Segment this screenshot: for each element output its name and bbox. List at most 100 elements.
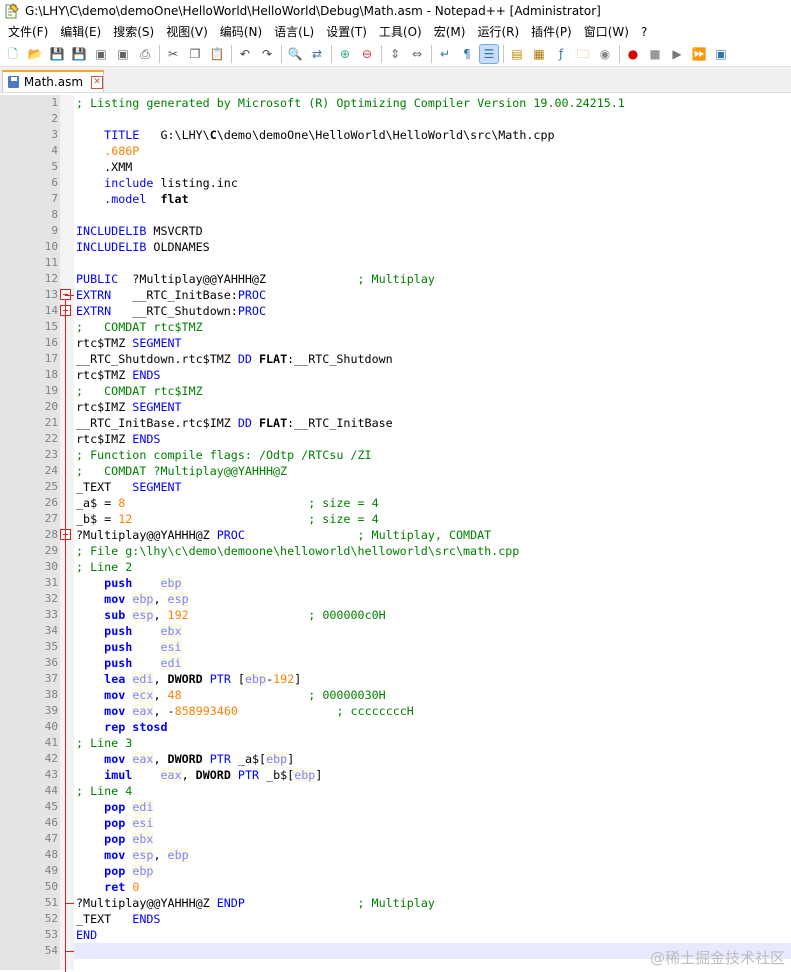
record-macro-icon[interactable]: ●	[624, 45, 642, 63]
menu-item[interactable]: 编辑(E)	[54, 22, 107, 42]
find-icon[interactable]: 🔍	[286, 45, 304, 63]
code-line[interactable]: 9 INCLUDELIB MSVCRTD	[51, 223, 791, 239]
code-line[interactable]: 21 __RTC_InitBase.rtc$IMZ DD FLAT:__RTC_I…	[45, 415, 791, 431]
menu-item[interactable]: 视图(V)	[160, 22, 214, 42]
code-line[interactable]: 29 ; File g:\lhy\c\demo\demoone\helloworl…	[45, 543, 791, 559]
save-all-icon[interactable]: 💾	[70, 45, 88, 63]
paste-icon[interactable]: 📋	[208, 45, 226, 63]
menu-item[interactable]: 工具(O)	[373, 22, 428, 42]
replace-icon[interactable]: ⇄	[308, 45, 326, 63]
code-line[interactable]: 42 mov eax, DWORD PTR _a$[ebp]	[45, 751, 791, 767]
code-line[interactable]: 41 ; Line 3	[45, 735, 791, 751]
menu-item[interactable]: 运行(R)	[471, 22, 525, 42]
udl-icon[interactable]: ▤	[508, 45, 526, 63]
code-line[interactable]: 39 mov eax, -858993460 ; ccccccccH	[45, 703, 791, 719]
code-line[interactable]: 3 TITLE G:\LHY\C\demo\demoOne\HelloWorld…	[51, 127, 791, 143]
code-line[interactable]: 44 ; Line 4	[45, 783, 791, 799]
save-macro-icon[interactable]: ▣	[712, 45, 730, 63]
code-line[interactable]: 23 ; Function compile flags: /Odtp /RTCsu…	[45, 447, 791, 463]
code-line[interactable]: 45 pop edi	[45, 799, 791, 815]
code-line[interactable]: 43 imul eax, DWORD PTR _b$[ebp]	[45, 767, 791, 783]
menu-item[interactable]: 文件(F)	[2, 22, 54, 42]
menu-item[interactable]: 宏(M)	[428, 22, 472, 42]
code-line[interactable]: 34 push ebx	[45, 623, 791, 639]
code-line[interactable]: 12 PUBLIC ?Multiplay@@YAHHH@Z ; Multiplay	[45, 271, 791, 287]
play-macro-icon[interactable]: ▶	[668, 45, 686, 63]
code-line[interactable]: 19 ; COMDAT rtc$IMZ	[45, 383, 791, 399]
menu-item[interactable]: 编码(N)	[214, 22, 268, 42]
undo-icon[interactable]: ↶	[236, 45, 254, 63]
redo-icon[interactable]: ↷	[258, 45, 276, 63]
code-line[interactable]: 17 __RTC_Shutdown.rtc$TMZ DD FLAT:__RTC_S…	[45, 351, 791, 367]
code-line[interactable]: 33 sub esp, 192 ; 000000c0H	[45, 607, 791, 623]
menu-item[interactable]: 语言(L)	[268, 22, 320, 42]
code-line[interactable]: 14 EXTRN __RTC_Shutdown:PROC	[45, 303, 791, 319]
function-list-icon[interactable]: ƒ	[552, 45, 570, 63]
close-icon[interactable]: ▣	[92, 45, 110, 63]
editor[interactable]: 1 ; Listing generated by Microsoft (R) Op…	[0, 95, 791, 972]
code-line[interactable]: 50 ret 0	[45, 879, 791, 895]
close-tab-icon[interactable]: ✕	[91, 75, 103, 89]
print-icon[interactable]: ⎙	[136, 45, 154, 63]
code-line[interactable]: 22 rtc$IMZ ENDS	[45, 431, 791, 447]
code-line[interactable]: 38 mov ecx, 48 ; 00000030H	[45, 687, 791, 703]
sync-h-icon[interactable]: ⇔	[408, 45, 426, 63]
menu-item[interactable]: ?	[635, 22, 653, 42]
save-icon[interactable]: 💾	[48, 45, 66, 63]
doc-map-icon[interactable]: ▦	[530, 45, 548, 63]
code-line[interactable]: 13 EXTRN __RTC_InitBase:PROC	[45, 287, 791, 303]
zoom-out-icon[interactable]: ⊖	[358, 45, 376, 63]
code-line[interactable]: 6 include listing.inc	[51, 175, 791, 191]
code-line[interactable]: 4 .686P	[51, 143, 791, 159]
zoom-in-icon[interactable]: ⊕	[336, 45, 354, 63]
menu-item[interactable]: 插件(P)	[525, 22, 578, 42]
tab-math-asm[interactable]: Math.asm ✕	[2, 70, 104, 92]
code-line[interactable]: 30 ; Line 2	[45, 559, 791, 575]
menu-item[interactable]: 窗口(W)	[578, 22, 635, 42]
code-line[interactable]: 7 .model flat	[51, 191, 791, 207]
show-all-chars-icon[interactable]: ¶	[458, 45, 476, 63]
code-line[interactable]: 26 _a$ = 8 ; size = 4	[45, 495, 791, 511]
new-file-icon[interactable]: 🗋	[4, 45, 22, 63]
code-line[interactable]: 8	[51, 207, 791, 223]
word-wrap-icon[interactable]: ↵	[436, 45, 454, 63]
code-line[interactable]: 49 pop ebp	[45, 863, 791, 879]
code-line[interactable]: 47 pop ebx	[45, 831, 791, 847]
indent-guide-icon[interactable]: ☰	[479, 44, 499, 64]
code-line[interactable]: 37 lea edi, DWORD PTR [ebp-192]	[45, 671, 791, 687]
code-line[interactable]: 5 .XMM	[51, 159, 791, 175]
code-line[interactable]: 28 ?Multiplay@@YAHHH@Z PROC ; Multiplay, …	[45, 527, 791, 543]
sync-v-icon[interactable]: ⇕	[386, 45, 404, 63]
open-file-icon[interactable]: 📂	[26, 45, 44, 63]
code-line[interactable]: 16 rtc$TMZ SEGMENT	[45, 335, 791, 351]
code-line[interactable]: 53 END	[45, 927, 791, 943]
code-line[interactable]: 31 push ebp	[45, 575, 791, 591]
stop-record-icon[interactable]: ■	[646, 45, 664, 63]
code-line[interactable]: 2	[51, 111, 791, 127]
code-line[interactable]: 27 _b$ = 12 ; size = 4	[45, 511, 791, 527]
code-line[interactable]: 51 ?Multiplay@@YAHHH@Z ENDP ; Multiplay	[45, 895, 791, 911]
folder-as-workspace-icon[interactable]: 🗀	[574, 45, 592, 63]
code-line[interactable]: 46 pop esi	[45, 815, 791, 831]
code-line[interactable]: 40 rep stosd	[45, 719, 791, 735]
code-line[interactable]: 52 _TEXT ENDS	[45, 911, 791, 927]
code-line[interactable]: 48 mov esp, ebp	[45, 847, 791, 863]
code-area[interactable]: 1 ; Listing generated by Microsoft (R) Op…	[45, 95, 791, 959]
code-line[interactable]: 36 push edi	[45, 655, 791, 671]
code-line[interactable]: 20 rtc$IMZ SEGMENT	[45, 399, 791, 415]
monitor-icon[interactable]: ◉	[596, 45, 614, 63]
code-line[interactable]: 1 ; Listing generated by Microsoft (R) Op…	[51, 95, 791, 111]
code-line[interactable]: 25 _TEXT SEGMENT	[45, 479, 791, 495]
close-all-icon[interactable]: ▣	[114, 45, 132, 63]
run-macro-multiple-icon[interactable]: ⏩	[690, 45, 708, 63]
code-line[interactable]: 18 rtc$TMZ ENDS	[45, 367, 791, 383]
code-line[interactable]: 32 mov ebp, esp	[45, 591, 791, 607]
copy-icon[interactable]: ❐	[186, 45, 204, 63]
code-line[interactable]: 24 ; COMDAT ?Multiplay@@YAHHH@Z	[45, 463, 791, 479]
code-line[interactable]: 15 ; COMDAT rtc$TMZ	[45, 319, 791, 335]
code-line[interactable]: 10 INCLUDELIB OLDNAMES	[45, 239, 791, 255]
menu-item[interactable]: 搜索(S)	[107, 22, 160, 42]
menu-item[interactable]: 设置(T)	[320, 22, 373, 42]
code-line[interactable]: 11	[45, 255, 791, 271]
code-line[interactable]: 35 push esi	[45, 639, 791, 655]
